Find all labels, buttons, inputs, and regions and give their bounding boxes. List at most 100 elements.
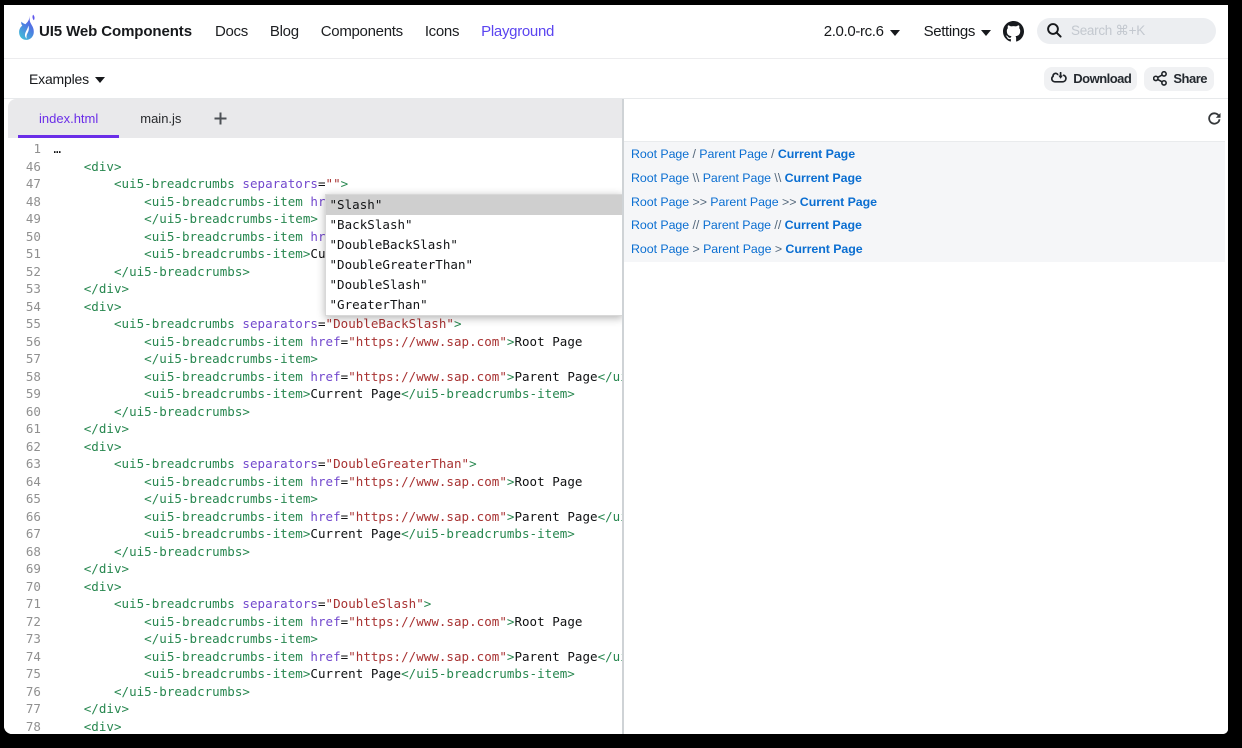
breadcrumb-separator: \\ (689, 171, 703, 185)
autocomplete-item[interactable]: "DoubleBackSlash" (326, 235, 623, 255)
line-number: 77 (4, 700, 41, 718)
nav-links: Docs Blog Components Icons Playground (215, 23, 576, 40)
breadcrumb-link[interactable]: Parent Page (710, 195, 778, 209)
chevron-down-icon (95, 77, 105, 83)
nav-link-components[interactable]: Components (321, 23, 403, 40)
line-number: 52 (4, 263, 41, 281)
browser-page: UI5 Web Components Docs Blog Components Ico… (4, 5, 1228, 734)
ui5-flame-logo-icon (16, 14, 37, 50)
code-line: 1… (4, 140, 622, 158)
code-line: 46 <div> (4, 158, 622, 176)
breadcrumb-link[interactable]: Parent Page (703, 218, 771, 232)
breadcrumb-link[interactable]: Root Page (631, 242, 689, 256)
github-link[interactable] (1003, 21, 1024, 42)
line-number: 69 (4, 560, 41, 578)
line-number: 56 (4, 333, 41, 351)
playground: index.html main.js 1…46 <div>47 <ui5-bre… (4, 99, 1228, 734)
code-line: 47 <ui5-breadcrumbs separators=""> (4, 175, 622, 193)
examples-toolbar: Examples Download Share (4, 58, 1228, 99)
share-button[interactable]: Share (1144, 67, 1214, 91)
examples-dropdown[interactable]: Examples (29, 71, 105, 87)
nav-link-docs[interactable]: Docs (215, 23, 248, 40)
nav-link-playground[interactable]: Playground (481, 23, 554, 40)
flame-icon (16, 14, 37, 45)
breadcrumb-current: Current Page (778, 147, 855, 161)
download-button[interactable]: Download (1044, 67, 1137, 91)
tab-index-html[interactable]: index.html (18, 99, 119, 138)
code-line: 60 </ui5-breadcrumbs> (4, 403, 622, 421)
editor-tabbar: index.html main.js (8, 99, 622, 138)
line-number: 63 (4, 455, 41, 473)
line-number: 50 (4, 228, 41, 246)
code-line: 72 <ui5-breadcrumbs-item href="https://w… (4, 613, 622, 631)
examples-label: Examples (29, 71, 89, 87)
autocomplete-item[interactable]: "Slash" (326, 195, 623, 215)
chevron-down-icon (890, 30, 900, 36)
nav-link-icons[interactable]: Icons (425, 23, 459, 40)
code-line: 66 <ui5-breadcrumbs-item href="https://w… (4, 508, 622, 526)
breadcrumb-link[interactable]: Parent Page (703, 242, 771, 256)
autocomplete-item[interactable]: "BackSlash" (326, 215, 623, 235)
chevron-down-icon (981, 30, 991, 36)
autocomplete-item[interactable]: "DoubleSlash" (326, 275, 623, 295)
add-tab-button[interactable] (207, 99, 233, 138)
line-number: 64 (4, 473, 41, 491)
line-number: 68 (4, 543, 41, 561)
top-navbar: UI5 Web Components Docs Blog Components Ico… (4, 5, 1228, 58)
line-number: 62 (4, 438, 41, 456)
code-line: 71 <ui5-breadcrumbs separators="DoubleSl… (4, 595, 622, 613)
nav-link-blog[interactable]: Blog (270, 23, 299, 40)
code-line: 58 <ui5-breadcrumbs-item href="https://w… (4, 368, 622, 386)
line-number: 60 (4, 403, 41, 421)
breadcrumbs-row: Root Page >> Parent Page >> Current Page (631, 190, 1225, 214)
line-number: 59 (4, 385, 41, 403)
line-number: 65 (4, 490, 41, 508)
line-number: 48 (4, 193, 41, 211)
line-number: 57 (4, 350, 41, 368)
preview-pane: Root Page / Parent Page / Current PageRo… (624, 99, 1228, 734)
code-line: 59 <ui5-breadcrumbs-item>Current Page</u… (4, 385, 622, 403)
breadcrumb-separator: // (771, 218, 785, 232)
settings-dropdown[interactable]: Settings (924, 23, 991, 40)
autocomplete-dropdown: "Slash""BackSlash""DoubleBackSlash""Doub… (325, 194, 623, 316)
brand[interactable]: UI5 Web Components (16, 14, 192, 50)
line-number: 67 (4, 525, 41, 543)
code-line: 56 <ui5-breadcrumbs-item href="https://w… (4, 333, 622, 351)
code-editor: index.html main.js 1…46 <div>47 <ui5-bre… (4, 99, 622, 734)
line-number: 61 (4, 420, 41, 438)
version-label: 2.0.0-rc.6 (824, 23, 884, 40)
breadcrumb-separator: > (689, 242, 703, 256)
breadcrumb-link[interactable]: Root Page (631, 218, 689, 232)
download-icon (1051, 72, 1067, 85)
code-line: 73 </ui5-breadcrumbs-item> (4, 630, 622, 648)
code-line: 68 </ui5-breadcrumbs> (4, 543, 622, 561)
autocomplete-item[interactable]: "DoubleGreaterThan" (326, 255, 623, 275)
line-number: 66 (4, 508, 41, 526)
code-line: 70 <div> (4, 578, 622, 596)
line-number: 73 (4, 630, 41, 648)
breadcrumb-link[interactable]: Root Page (631, 171, 689, 185)
breadcrumb-link[interactable]: Parent Page (703, 171, 771, 185)
line-number: 54 (4, 298, 41, 316)
search-input[interactable]: Search ⌘+K (1037, 18, 1216, 44)
version-dropdown[interactable]: 2.0.0-rc.6 (824, 23, 900, 40)
github-icon (1003, 21, 1024, 42)
download-label: Download (1073, 71, 1131, 86)
code-line: 67 <ui5-breadcrumbs-item>Current Page</u… (4, 525, 622, 543)
code-line: 64 <ui5-breadcrumbs-item href="https://w… (4, 473, 622, 491)
breadcrumb-link[interactable]: Root Page (631, 147, 689, 161)
breadcrumb-current: Current Page (800, 195, 877, 209)
breadcrumb-link[interactable]: Parent Page (699, 147, 767, 161)
brand-title: UI5 Web Components (39, 23, 192, 40)
code-line: 76 </ui5-breadcrumbs> (4, 683, 622, 701)
breadcrumb-link[interactable]: Root Page (631, 195, 689, 209)
breadcrumb-current: Current Page (785, 171, 862, 185)
line-number: 58 (4, 368, 41, 386)
search-icon (1046, 22, 1063, 39)
autocomplete-item[interactable]: "GreaterThan" (326, 295, 623, 315)
breadcrumb-separator: // (689, 218, 703, 232)
navbar-right: 2.0.0-rc.6 Settings Search ⌘+K (824, 20, 1216, 44)
refresh-icon[interactable] (1207, 112, 1221, 126)
code-line: 61 </div> (4, 420, 622, 438)
tab-main-js[interactable]: main.js (119, 99, 202, 138)
